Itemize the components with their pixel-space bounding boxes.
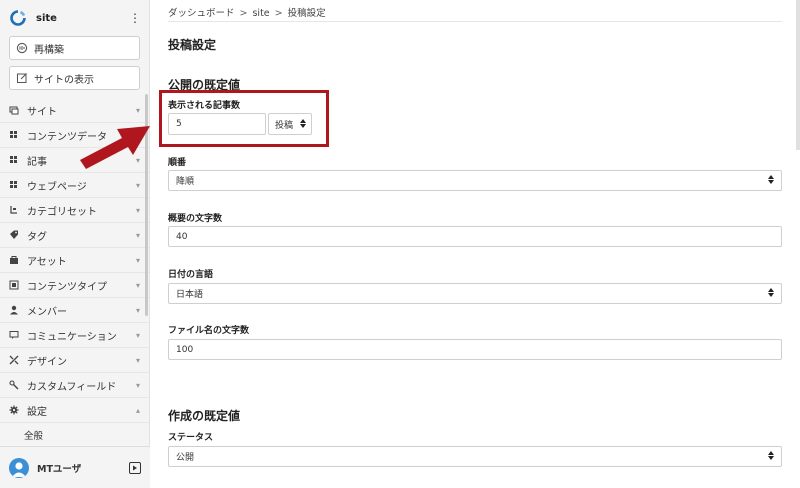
sidebar-item-communication[interactable]: コミュニケーション ▾ xyxy=(0,323,149,348)
sidebar-item-label: アセット xyxy=(27,256,67,268)
chevron-up-icon: ▴ xyxy=(135,405,140,415)
chevron-down-icon: ▾ xyxy=(135,105,140,115)
external-view-icon xyxy=(16,72,28,84)
page-scrollbar[interactable] xyxy=(796,0,800,150)
content-type-icon xyxy=(9,280,19,290)
select-arrows-icon xyxy=(768,175,774,184)
date-language-label: 日付の言語 xyxy=(168,270,214,280)
status-value: 公開 xyxy=(176,453,195,463)
site-icon xyxy=(9,105,19,115)
sidebar-item-label: カスタムフィールド xyxy=(27,381,117,393)
site-name[interactable]: site xyxy=(36,13,129,24)
sidebar-item-category-set[interactable]: カテゴリセット ▾ xyxy=(0,198,149,223)
sidebar-item-label: 設定 xyxy=(27,406,47,418)
breadcrumb: ダッシュボード > site > 投稿設定 xyxy=(168,5,326,19)
breadcrumb-current: 投稿設定 xyxy=(287,8,326,19)
more-menu-icon[interactable]: ⋮ xyxy=(129,12,141,24)
asset-icon xyxy=(9,255,19,265)
breadcrumb-divider xyxy=(168,21,782,22)
view-site-button[interactable]: サイトの表示 xyxy=(9,66,140,90)
sidebar-item-settings[interactable]: 設定 ▴ xyxy=(0,398,149,423)
view-site-label: サイトの表示 xyxy=(34,74,94,86)
custom-field-icon xyxy=(9,380,19,390)
sidebar-item-label: デザイン xyxy=(27,356,67,368)
breadcrumb-separator: > xyxy=(239,8,248,19)
design-icon xyxy=(9,355,19,365)
excerpt-value: 40 xyxy=(176,231,188,242)
sidebar-item-label: ウェブページ xyxy=(27,181,87,193)
order-label: 順番 xyxy=(168,158,187,168)
filename-length-label: ファイル名の文字数 xyxy=(168,326,250,336)
status-label: ステータス xyxy=(168,433,214,443)
entry-icon xyxy=(9,155,19,165)
category-set-icon xyxy=(9,205,19,215)
movable-type-logo-icon[interactable] xyxy=(10,10,26,26)
chevron-down-icon: ▾ xyxy=(135,230,140,240)
sidebar: site ⋮ 再構築 サイトの表示 サイト ▾ コンテンツデータ ▾ 記事 ▾ xyxy=(0,0,150,488)
chevron-down-icon: ▾ xyxy=(135,255,140,265)
chevron-down-icon: ▾ xyxy=(135,205,140,215)
status-select[interactable]: 公開 xyxy=(168,446,782,467)
avatar[interactable] xyxy=(9,457,29,478)
sidebar-item-member[interactable]: メンバー ▾ xyxy=(0,298,149,323)
order-select[interactable]: 降順 xyxy=(168,170,782,191)
sidebar-item-tag[interactable]: タグ ▾ xyxy=(0,223,149,248)
sidebar-item-label: コンテンツタイプ xyxy=(27,281,107,293)
order-value: 降順 xyxy=(176,177,195,187)
breadcrumb-dashboard[interactable]: ダッシュボード xyxy=(168,8,235,19)
rebuild-icon xyxy=(16,42,28,54)
rebuild-button[interactable]: 再構築 xyxy=(9,36,140,60)
date-language-select[interactable]: 日本語 xyxy=(168,283,782,304)
sidebar-item-content-type[interactable]: コンテンツタイプ ▾ xyxy=(0,273,149,298)
sidebar-item-label: メンバー xyxy=(27,306,67,318)
section-title-create: 作成の既定値 xyxy=(168,409,241,423)
chevron-down-icon: ▾ xyxy=(135,330,140,340)
breadcrumb-site[interactable]: site xyxy=(252,8,269,19)
sidebar-item-custom-field[interactable]: カスタムフィールド ▾ xyxy=(0,373,149,398)
main-content: ダッシュボード > site > 投稿設定 投稿設定 公開の既定値 表示される記事数 5… xyxy=(150,0,800,488)
select-arrows-icon xyxy=(768,288,774,297)
filename-length-value: 100 xyxy=(176,344,194,355)
annotation-arrow-icon xyxy=(80,126,150,169)
gear-icon xyxy=(9,405,19,415)
select-arrows-icon xyxy=(768,451,774,460)
chevron-down-icon: ▾ xyxy=(135,305,140,315)
sidebar-item-design[interactable]: デザイン ▾ xyxy=(0,348,149,373)
sidebar-item-asset[interactable]: アセット ▾ xyxy=(0,248,149,273)
page-title: 投稿設定 xyxy=(168,38,217,52)
collapse-sidebar-icon[interactable] xyxy=(129,461,141,474)
sidebar-item-label: カテゴリセット xyxy=(27,206,97,218)
sidebar-item-label: コミュニケーション xyxy=(27,331,117,343)
webpage-icon xyxy=(9,180,19,190)
chevron-down-icon: ▾ xyxy=(135,380,140,390)
sidebar-item-webpage[interactable]: ウェブページ ▾ xyxy=(0,173,149,198)
sidebar-header: site ⋮ xyxy=(0,0,149,36)
excerpt-label: 概要の文字数 xyxy=(168,214,223,224)
rebuild-label: 再構築 xyxy=(34,44,64,56)
excerpt-length-input[interactable]: 40 xyxy=(168,226,782,247)
member-icon xyxy=(9,305,19,315)
chevron-down-icon: ▾ xyxy=(135,280,140,290)
highlight-box xyxy=(159,90,329,147)
chevron-down-icon: ▾ xyxy=(135,180,140,190)
sidebar-subitem-general[interactable]: 全般 xyxy=(0,423,149,447)
chevron-down-icon: ▾ xyxy=(135,355,140,365)
user-name[interactable]: MTユーザ xyxy=(37,461,129,475)
filename-length-input[interactable]: 100 xyxy=(168,339,782,360)
user-footer: MTユーザ xyxy=(0,446,150,488)
communication-icon xyxy=(9,330,19,340)
sidebar-item-label: タグ xyxy=(27,231,47,243)
content-data-icon xyxy=(9,130,19,140)
tag-icon xyxy=(9,230,19,240)
breadcrumb-separator: > xyxy=(274,8,283,19)
date-language-value: 日本語 xyxy=(176,290,204,300)
